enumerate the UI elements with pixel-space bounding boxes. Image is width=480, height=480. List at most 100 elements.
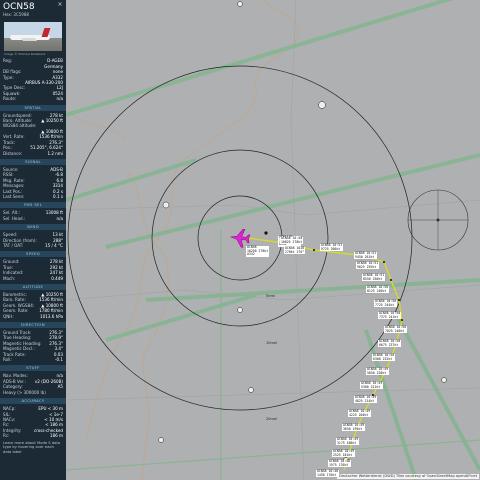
trail-label[interactable]: OCN58 10:49 3650 195kt <box>342 423 366 432</box>
trail-label[interactable]: OCN58 10:50 7725 244kt <box>374 299 398 308</box>
info-label[interactable]: Route: <box>3 96 16 101</box>
hex-label: Hex: <box>3 12 13 17</box>
airspace-band-7 <box>394 314 480 471</box>
airspace-band-1 <box>66 0 454 117</box>
trail-label[interactable]: OCN58 10:50 8125 246kt <box>366 285 390 294</box>
aircraft-info-sidebar: OCN58 Hex: 3C5988 × Image © Michael Rode… <box>0 0 66 480</box>
sidebar-header: OCN58 Hex: 3C5988 × <box>0 0 66 22</box>
info-value: ▲ 10250 ft <box>41 118 63 124</box>
trail-label[interactable]: OCN58 10:50 7375 241kt <box>378 311 402 320</box>
grid-line-4 <box>66 387 480 401</box>
airport-icon-6[interactable] <box>237 1 243 7</box>
close-icon[interactable]: × <box>57 2 63 8</box>
aircraft-label-line3: A332 <box>247 252 255 257</box>
section-header-wind[interactable]: WIND <box>0 224 66 231</box>
callsign-title[interactable]: OCN58 <box>3 2 35 12</box>
trail-label-line2: 8550 250kt <box>363 276 383 281</box>
trail-label[interactable]: OCN58 10:49 5850 228kt <box>366 367 390 376</box>
trail-label-line2: 7725 244kt <box>375 302 395 307</box>
trail-label[interactable]: OCN58 10:49 5300 221kt <box>360 381 384 390</box>
photo-credit: Image © Michael Rodeback <box>4 52 46 56</box>
info-row: Last Seen: 0.1 s <box>0 194 66 199</box>
info-value: 186 m <box>49 433 63 439</box>
section-header-fms-sel[interactable]: FMS SEL <box>0 202 66 209</box>
airspace-edge-2 <box>66 439 480 471</box>
trail-label-line2: 3650 195kt <box>343 426 363 431</box>
trail-label-line2: 1975 176kt <box>329 462 349 467</box>
nearby-aircraft-dot[interactable] <box>264 231 268 235</box>
trail-label-line2: 5300 221kt <box>361 384 381 389</box>
aircraft-map-label[interactable]: OCN58 10250 278kt A332 <box>246 245 270 257</box>
section-header-altitude[interactable]: ALTITUDE <box>0 284 66 290</box>
trail-label[interactable]: OCN58 10:51 9725 266kt <box>320 243 344 252</box>
trail-label[interactable]: OCN58 1026 278kt 276° <box>284 246 306 255</box>
info-label[interactable]: Type: <box>3 75 14 80</box>
airport-icon-4[interactable] <box>248 387 254 393</box>
info-label[interactable]: Heavy (> 300000 lb) <box>3 390 46 395</box>
trail-label[interactable]: OCN58 10:51 9025 255kt <box>356 261 380 270</box>
info-label[interactable]: WGS84 altitude: <box>3 123 36 128</box>
trail-label-line2: 2525 181kt <box>333 452 353 457</box>
info-label[interactable]: Last Seen: <box>3 194 24 199</box>
section-header-speed[interactable]: SPEED <box>0 251 66 258</box>
trail-label[interactable]: OCN58 10:51 8550 250kt <box>362 273 386 282</box>
detail-sections: SPATIAL Groundspeed: 278 kt Baro. Altitude:… <box>0 104 66 439</box>
info-label[interactable]: QNH: <box>3 314 14 319</box>
section-header-accuracy[interactable]: ACCURACY <box>0 398 66 405</box>
trail-label[interactable]: OCN58 10:50 7025 240kt <box>384 325 408 334</box>
trail-label-line2: 9725 266kt <box>321 246 341 251</box>
info-value: 1.2 nmi <box>47 150 63 156</box>
info-label[interactable]: Mach: <box>3 276 15 281</box>
info-value: 0.449 <box>51 275 63 281</box>
info-label[interactable]: Roll: <box>3 357 12 362</box>
trail-label-line2: 5850 228kt <box>367 370 387 375</box>
trail-label[interactable]: OCN58 10:50 10825 278kt <box>280 236 304 245</box>
trail-label[interactable]: OCN58 10:50 6675 237kt <box>378 339 402 348</box>
trail-label[interactable]: OCN58 10:49 4825 214kt <box>354 395 378 404</box>
ring-label-5nmi: 5nmi <box>266 294 275 298</box>
trail-label[interactable]: OCN58 10:49 3175 188kt <box>336 437 360 446</box>
map-attribution[interactable]: Deutscher Wetterdienst (DWD) Tiles court… <box>337 474 479 479</box>
airspace-band-3 <box>66 158 197 202</box>
aircraft-info-list: Reg: D-AGEB Germany DB flags: none Type: A332 A… <box>0 58 66 101</box>
trail-label-line2: 9450 261kt <box>355 254 375 259</box>
trail-label-line2: 278kt 276° <box>285 249 305 254</box>
section-header-spatial[interactable]: SPATIAL <box>0 104 66 111</box>
trail-label-line2: 10825 278kt <box>281 239 303 244</box>
map-canvas[interactable]: 5nmi 10nmi 20nmi <box>66 0 480 480</box>
info-label[interactable]: Reg: <box>3 58 12 63</box>
airport-icon-3[interactable] <box>237 307 243 313</box>
airport-icon-1[interactable] <box>318 101 326 109</box>
section-header-signal[interactable]: SIGNAL <box>0 158 66 165</box>
trail-label-line2: 7375 241kt <box>379 314 399 319</box>
info-value: A5 <box>57 384 63 390</box>
info-label[interactable]: Sel. Head.: <box>3 216 25 221</box>
trail-label[interactable]: OCN58 10:48 1975 176kt <box>328 459 352 468</box>
info-label[interactable]: TAT / OAT: <box>3 243 23 248</box>
trail-label[interactable]: OCN58 10:51 9450 261kt <box>354 251 378 260</box>
airport-icon-2[interactable] <box>162 201 170 209</box>
airspace-band-5 <box>105 293 257 342</box>
trail-label-line2: 7025 240kt <box>385 328 405 333</box>
trail-label[interactable]: OCN58 10:48 1450 170kt <box>316 469 340 478</box>
info-value: 1013.6 hPa <box>39 313 63 319</box>
section-header-direction[interactable]: DIRECTION <box>0 322 66 329</box>
airport-icon-5[interactable] <box>158 437 164 443</box>
airport-icon-7[interactable] <box>441 377 447 383</box>
trail-label-line2: 9025 255kt <box>357 264 377 269</box>
info-row: Distance: 1.2 nmi <box>0 151 66 156</box>
aircraft-photo[interactable] <box>4 22 62 51</box>
hex-value[interactable]: 3C5988 <box>13 12 29 17</box>
map-view[interactable]: 5nmi 10nmi 20nmi OCN58 10250 278kt A332 … <box>66 0 480 480</box>
section-header-stuff[interactable]: STUFF <box>0 365 66 372</box>
trail-label[interactable]: OCN58 10:49 4225 204kt <box>348 409 372 418</box>
hex-code: Hex: 3C5988 <box>3 12 29 17</box>
airspace-band-4 <box>145 278 480 302</box>
info-label[interactable]: Distance: <box>3 151 22 156</box>
info-row: Route: n/a <box>0 96 66 101</box>
trail-label-line2: 8125 246kt <box>367 288 387 293</box>
trail-label[interactable]: OCN58 10:49 2525 181kt <box>332 449 356 458</box>
info-label[interactable]: Rc: <box>3 433 9 438</box>
compass-rose <box>407 189 469 251</box>
trail-label[interactable]: OCN58 10:50 6300 232kt <box>372 353 396 362</box>
